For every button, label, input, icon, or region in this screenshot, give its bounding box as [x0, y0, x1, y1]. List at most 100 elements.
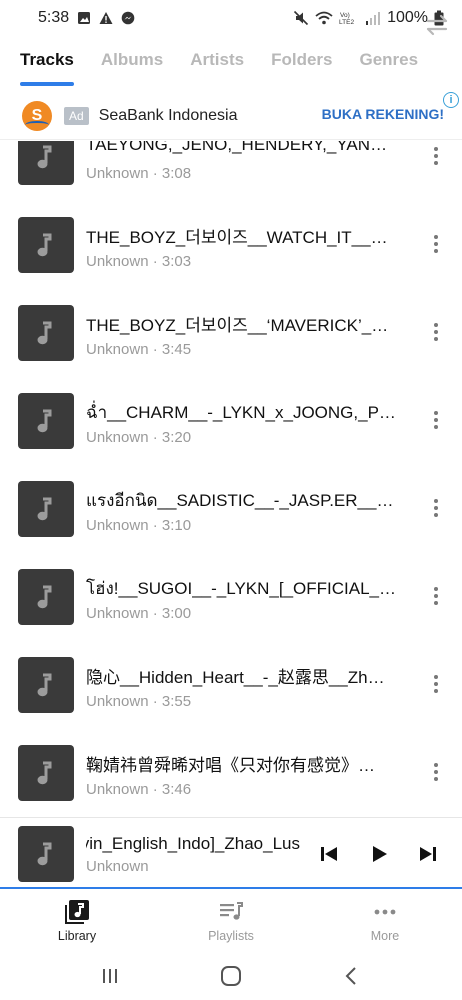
track-album-art	[18, 217, 74, 273]
music-note-icon	[37, 233, 52, 257]
play-icon[interactable]	[367, 842, 391, 866]
nav-more[interactable]: More	[308, 891, 462, 951]
track-title: 隐心__Hidden_Heart__-_赵露思__Zh…	[86, 668, 385, 687]
nav-more-label: More	[370, 929, 400, 943]
seabank-logo: S	[22, 100, 52, 131]
track-title: โฮ่ง!__SUGOI__-_LYKN_[_OFFICIAL_…	[86, 579, 396, 598]
track-more-icon[interactable]	[426, 493, 446, 523]
tab-tracks[interactable]: Tracks	[20, 36, 74, 86]
recents-icon	[103, 969, 118, 983]
track-more-icon[interactable]	[426, 405, 446, 435]
ad-banner[interactable]: S Ad SeaBank Indonesia BUKA REKENING! i	[0, 92, 462, 140]
nav-playlists[interactable]: Playlists	[154, 891, 308, 951]
music-note-icon	[37, 497, 52, 521]
track-album-art	[18, 305, 74, 361]
wifi-icon	[315, 11, 333, 25]
status-bar: 5:38 Vo) LTE2 100%	[0, 0, 462, 36]
track-album-art	[18, 141, 74, 185]
tab-artists[interactable]: Artists	[190, 36, 244, 86]
track-more-icon[interactable]	[426, 757, 446, 787]
track-row[interactable]: TAEYONG,_JENO,_HENDERY,_YANG… Unknown · 3…	[0, 141, 462, 217]
track-more-icon[interactable]	[426, 229, 446, 259]
track-row[interactable]: แรงอีกนิด__SADISTIC__-_JASP.ER__[… Unknow…	[0, 481, 462, 569]
system-nav	[0, 952, 462, 1000]
gallery-icon	[78, 12, 91, 24]
player-artist: Unknown	[86, 858, 149, 875]
more-horizontal-icon	[374, 909, 396, 915]
track-row[interactable]: THE_BOYZ_더보이즈__WATCH_IT__… Unknown · 3:03	[0, 217, 462, 305]
recents-button[interactable]	[98, 964, 122, 988]
music-note-icon	[37, 761, 52, 785]
player-track-title: yin_English_Indo]_Zhao_Lus	[86, 834, 300, 853]
track-more-icon[interactable]	[426, 317, 446, 347]
svg-text:LTE2: LTE2	[339, 19, 354, 26]
ad-name: SeaBank Indonesia	[98, 106, 238, 124]
status-right: Vo) LTE2 100%	[293, 9, 444, 27]
track-title: THE_BOYZ_더보이즈__WATCH_IT__…	[86, 228, 388, 247]
ad-logo-letter: S	[31, 106, 43, 124]
home-icon	[220, 966, 241, 986]
messenger-icon	[121, 11, 135, 25]
track-more-icon[interactable]	[426, 141, 446, 171]
back-icon	[345, 967, 356, 985]
bottom-nav: Library Playlists More	[0, 891, 462, 951]
tab-folders[interactable]: Folders	[271, 36, 332, 86]
mini-player[interactable]: yin_English_Indo]_Zhao_Lus Unknown	[0, 817, 462, 889]
track-title: 鞠婧祎曾舜晞对唱《只对你有感觉》…	[86, 756, 375, 775]
player-album-art	[18, 826, 74, 882]
music-note-icon	[37, 321, 52, 345]
nav-library[interactable]: Library	[0, 891, 154, 951]
track-more-icon[interactable]	[426, 669, 446, 699]
track-meta: Unknown · 3:10	[86, 517, 192, 534]
library-tabs: Tracks Albums Artists Folders Genres	[0, 36, 462, 86]
tab-genres[interactable]: Genres	[360, 36, 419, 86]
track-album-art	[18, 393, 74, 449]
status-left: 5:38	[38, 9, 135, 27]
ad-info-letter: i	[449, 94, 453, 106]
status-time: 5:38	[38, 9, 70, 26]
sort-icon[interactable]	[424, 12, 450, 38]
back-button[interactable]	[340, 964, 364, 988]
music-note-icon	[37, 673, 52, 697]
track-row[interactable]: ฉ่ำ__CHARM__-_LYKN_x_JOONG,_P… Unknown · …	[0, 393, 462, 481]
ad-cta-button[interactable]: BUKA REKENING!	[322, 106, 444, 122]
track-row[interactable]: 鞠婧祎曾舜晞对唱《只对你有感觉》… Unknown · 3:46	[0, 745, 462, 817]
track-meta: Unknown · 3:08	[86, 165, 192, 182]
library-icon	[65, 900, 89, 924]
next-icon[interactable]	[416, 842, 440, 866]
ad-info-icon[interactable]: i	[443, 92, 459, 108]
track-meta: Unknown · 3:45	[86, 341, 192, 358]
svg-text:Vo): Vo)	[340, 12, 350, 19]
track-title: TAEYONG,_JENO,_HENDERY,_YANG…	[86, 141, 396, 154]
track-row[interactable]: THE_BOYZ_더보이즈__‘MAVERICK’_… Unknown · 3:4…	[0, 305, 462, 393]
track-list[interactable]: TAEYONG,_JENO,_HENDERY,_YANG… Unknown · 3…	[0, 141, 462, 817]
track-more-icon[interactable]	[426, 581, 446, 611]
music-note-icon	[37, 409, 52, 433]
ad-badge: Ad	[64, 106, 89, 125]
track-album-art	[18, 569, 74, 625]
home-button[interactable]	[219, 964, 243, 988]
track-meta: Unknown · 3:03	[86, 253, 192, 270]
nav-library-label: Library	[57, 929, 97, 943]
track-meta: Unknown · 3:55	[86, 693, 192, 710]
track-meta: Unknown · 3:00	[86, 605, 192, 622]
track-title: แรงอีกนิด__SADISTIC__-_JASP.ER__[…	[86, 491, 396, 510]
track-album-art	[18, 481, 74, 537]
track-row[interactable]: โฮ่ง!__SUGOI__-_LYKN_[_OFFICIAL_… Unknown…	[0, 569, 462, 657]
battery-text: 100%	[387, 9, 428, 26]
tab-albums[interactable]: Albums	[101, 36, 163, 86]
track-row[interactable]: 隐心__Hidden_Heart__-_赵露思__Zh… Unknown · 3:…	[0, 657, 462, 745]
previous-icon[interactable]	[317, 842, 341, 866]
warning-icon	[99, 12, 113, 24]
track-title: THE_BOYZ_더보이즈__‘MAVERICK’_…	[86, 316, 389, 335]
music-note-icon	[37, 585, 52, 609]
track-meta: Unknown · 3:46	[86, 781, 192, 798]
track-album-art	[18, 745, 74, 801]
playlist-icon	[220, 902, 243, 920]
track-album-art	[18, 657, 74, 713]
track-meta: Unknown · 3:20	[86, 429, 192, 446]
mute-icon	[294, 10, 309, 26]
music-note-icon	[37, 145, 52, 169]
music-note-icon	[37, 842, 52, 866]
signal-icon	[366, 12, 381, 25]
